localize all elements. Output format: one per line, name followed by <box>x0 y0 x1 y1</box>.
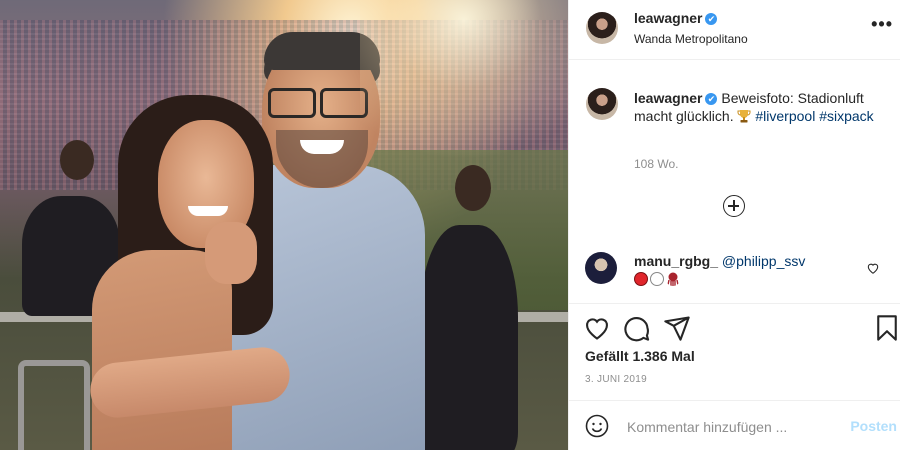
author-line: leawagner ✔ <box>634 10 718 28</box>
fan-right <box>420 225 518 450</box>
woman-shoulder <box>92 250 232 450</box>
seat-railing <box>18 360 90 450</box>
glasses <box>268 88 368 118</box>
white-circle-icon <box>650 272 664 286</box>
caption-username[interactable]: leawagner <box>634 90 702 106</box>
add-comment-bar: Posten <box>569 400 900 450</box>
comment-item: manu_rgbg_ @philipp_ssv <box>569 250 900 296</box>
post-sidebar: leawagner ✔ Wanda Metropolitano ••• leawa… <box>568 0 900 450</box>
comment-text: manu_rgbg_ @philipp_ssv <box>634 252 805 270</box>
post-date[interactable]: 3. JUNI 2019 <box>585 374 647 385</box>
caption-avatar[interactable] <box>586 88 618 120</box>
comment-icon[interactable] <box>623 314 651 342</box>
hand <box>205 222 257 284</box>
emoji-smiley-icon[interactable] <box>585 414 609 438</box>
woman-smile <box>188 206 228 216</box>
caption-age: 108 Wo. <box>634 157 679 171</box>
comment-input[interactable] <box>625 415 839 439</box>
share-icon[interactable] <box>663 314 691 342</box>
author-avatar[interactable] <box>586 12 618 44</box>
post-header: leawagner ✔ Wanda Metropolitano ••• <box>569 0 900 60</box>
post-actions: Gefällt 1.386 Mal 3. JUNI 2019 <box>569 303 900 398</box>
comment-mention[interactable]: @philipp_ssv <box>722 253 805 269</box>
like-heart-icon[interactable] <box>583 314 611 342</box>
verified-icon: ✔ <box>705 93 718 105</box>
save-bookmark-icon[interactable] <box>873 314 900 342</box>
fan-head <box>60 140 94 180</box>
trophy-icon <box>737 110 751 123</box>
comment-emojis <box>634 271 682 289</box>
instagram-post: leawagner ✔ Wanda Metropolitano ••• leawa… <box>0 0 900 450</box>
hashtag-sixpack[interactable]: #sixpack <box>819 108 873 124</box>
red-circle-icon <box>634 272 648 286</box>
commenter-avatar[interactable] <box>585 252 617 284</box>
sun-glare <box>360 0 568 160</box>
post-location[interactable]: Wanda Metropolitano <box>634 32 748 46</box>
verified-icon: ✔ <box>705 13 718 25</box>
like-count[interactable]: Gefällt 1.386 Mal <box>585 348 695 364</box>
hashtag-liverpool[interactable]: #liverpool <box>755 108 815 124</box>
post-caption: leawagner ✔ Beweisfoto: Stadionluft macht… <box>634 89 884 125</box>
fan-head <box>455 165 491 211</box>
author-username[interactable]: leawagner <box>634 10 702 26</box>
post-photo[interactable] <box>0 0 568 450</box>
more-options-icon[interactable]: ••• <box>871 14 893 35</box>
load-more-comments-button[interactable] <box>723 195 745 217</box>
like-comment-heart-icon[interactable] <box>866 261 880 275</box>
octopus-icon <box>667 272 679 286</box>
post-comment-button[interactable]: Posten <box>850 418 897 434</box>
commenter-username[interactable]: manu_rgbg_ <box>634 253 718 269</box>
